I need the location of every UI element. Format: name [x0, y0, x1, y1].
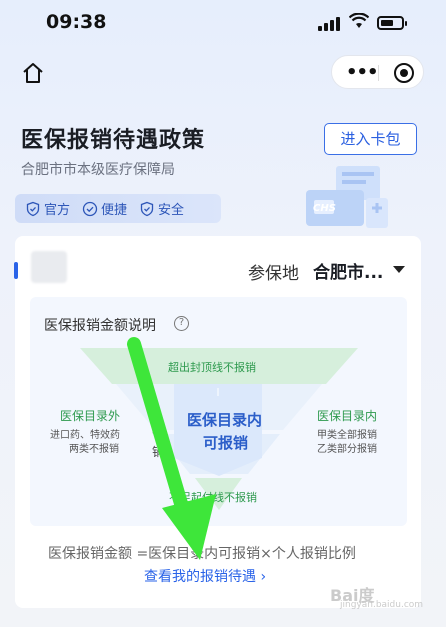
in-catalog-desc1: 甲类全部报销 — [317, 430, 377, 441]
out-of-catalog-title: 医保目录外 — [60, 409, 121, 423]
center-block-shape — [174, 384, 262, 476]
center-subtitle: 可报销 — [203, 434, 249, 452]
in-catalog-title: 医保目录内 — [317, 409, 378, 423]
side-label-bottom: 销 — [152, 445, 165, 459]
out-of-catalog-desc2: 两类不报销 — [69, 444, 119, 455]
in-catalog-desc2: 乙类部分报销 — [317, 444, 377, 455]
center-title: 医保目录内 — [187, 411, 263, 429]
top-band-label: 超出封顶线不报销 — [168, 361, 256, 374]
bottom-band-label: 不足起付线不报销 — [169, 491, 257, 504]
formula-text: 医保报销金额 =医保目录内可报销×个人报销比例 — [48, 546, 356, 562]
view-my-benefits-link[interactable]: 查看我的报销待遇 › — [144, 566, 266, 586]
out-of-catalog-desc1: 进口药、特效药 — [50, 430, 120, 441]
watermark-subtext: jingyan.baidu.com — [340, 600, 424, 610]
side-label-top: 报 — [152, 421, 165, 435]
reimbursement-diagram — [80, 348, 358, 510]
